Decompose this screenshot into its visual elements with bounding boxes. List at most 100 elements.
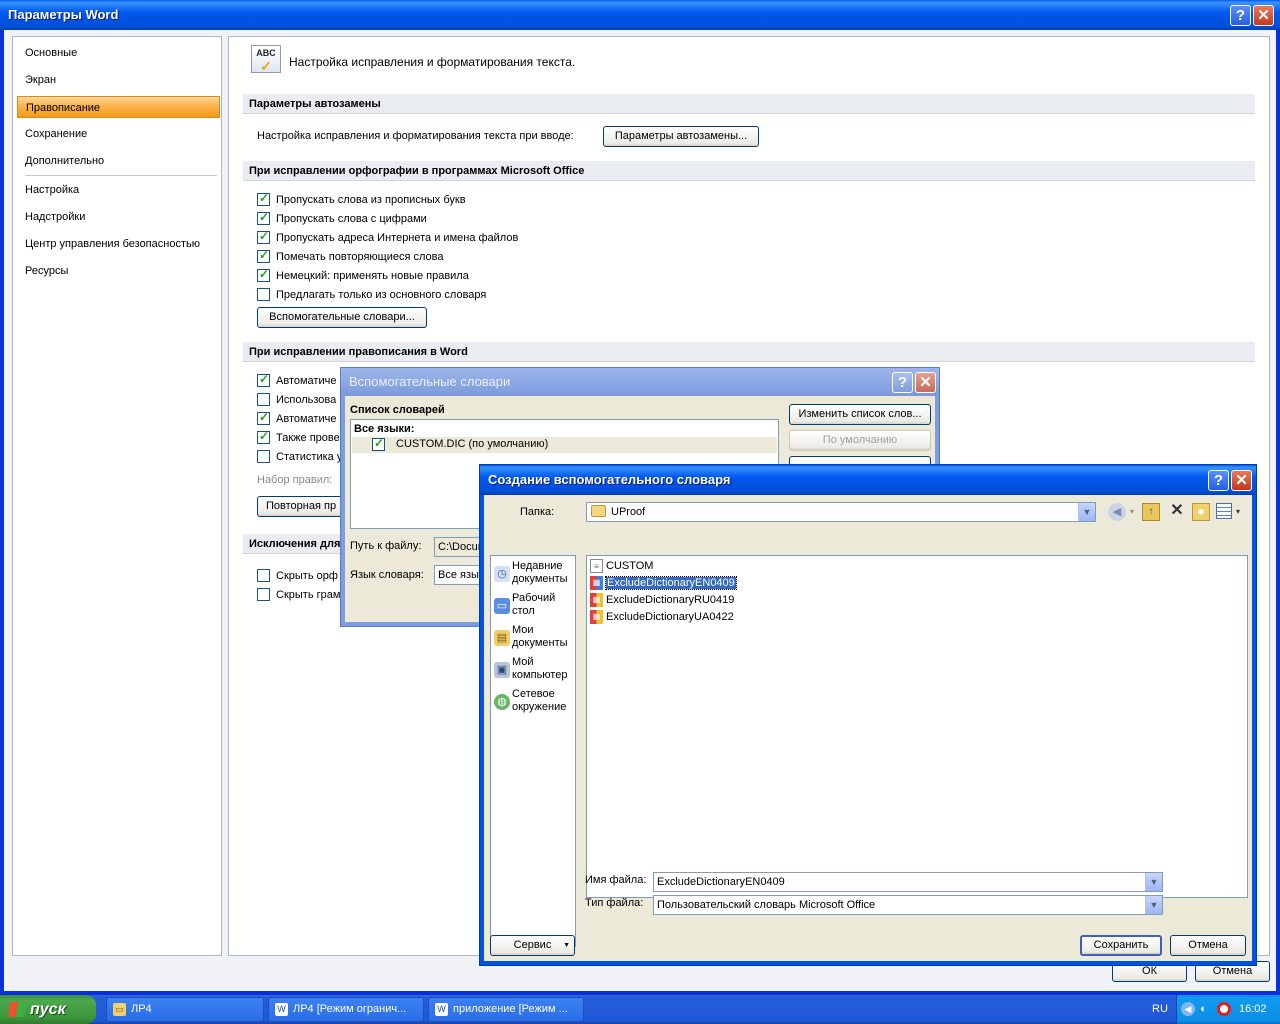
task-lr4-folder[interactable]: ▭ ЛР4 [106, 997, 264, 1022]
views-icon[interactable] [1216, 503, 1232, 519]
place-desktop[interactable]: ▭ Рабочий стол [491, 592, 575, 624]
tools-button[interactable]: Сервис ▼ [490, 935, 575, 956]
folder-value: UProof [611, 506, 646, 518]
my-computer-icon: ▣ [494, 662, 510, 678]
filename-label: Имя файла: [585, 874, 647, 886]
nav-item-advanced[interactable]: Дополнительно [17, 150, 220, 172]
folder-select[interactable]: UProof ▼ [586, 502, 1096, 522]
nav-item-basic[interactable]: Основные [17, 42, 220, 64]
nav-item-save[interactable]: Сохранение [17, 123, 220, 145]
tools-label: Сервис [513, 939, 552, 951]
nav-item-display[interactable]: Экран [17, 69, 220, 91]
checkbox-ignore-numbers[interactable] [257, 210, 270, 225]
edit-word-list-button[interactable]: Изменить список слов... [789, 404, 931, 425]
checkbox-word-opt-4[interactable] [257, 429, 270, 444]
chevron-down-icon[interactable]: ▼ [1078, 503, 1095, 521]
create-dict-help-icon[interactable]: ? [1208, 470, 1229, 491]
nav-item-trust-center[interactable]: Центр управления безопасностью [17, 233, 220, 255]
checkbox-exception-2[interactable] [257, 588, 270, 601]
checkbox-main-dict-only[interactable] [257, 288, 270, 301]
up-folder-icon[interactable]: ↑ [1142, 503, 1160, 521]
chevron-down-icon[interactable]: ▼ [1145, 873, 1162, 891]
default-button[interactable]: По умолчанию [789, 430, 931, 451]
checkbox-word-opt-3[interactable] [257, 410, 270, 425]
file-name: ExcludeDictionaryRU0419 [606, 594, 735, 606]
filetype-select[interactable]: Пользовательский словарь Microsoft Offic… [653, 895, 1163, 915]
nav-item-addins[interactable]: Надстройки [17, 206, 220, 228]
place-my-computer[interactable]: ▣ Мой компьютер [491, 656, 575, 688]
rules-label: Набор правил: [257, 474, 333, 486]
filetype-value: Пользовательский словарь Microsoft Offic… [657, 899, 876, 911]
delete-icon[interactable]: ✕ [1168, 501, 1186, 521]
place-my-documents[interactable]: ▤ Мои документы [491, 624, 575, 656]
back-icon[interactable]: ◀ [1108, 503, 1126, 521]
start-button[interactable]: пуск [0, 995, 96, 1024]
language-indicator[interactable]: RU [1152, 1003, 1168, 1015]
checkbox-german-rules[interactable] [257, 267, 270, 282]
close-icon[interactable]: ✕ [1253, 5, 1274, 26]
task-appendix-doc[interactable]: W приложение [Режим ... [428, 997, 584, 1022]
main-title-bar[interactable]: Параметры Word [0, 0, 1280, 30]
nav-item-proofing[interactable]: Правописание [17, 96, 220, 118]
antivirus-icon[interactable] [1217, 1002, 1231, 1016]
checkbox-word-opt-1[interactable] [257, 372, 270, 387]
dict-group-label: Все языки: [354, 423, 415, 435]
section-word-spelling: При исправлении правописания в Word [243, 342, 1255, 362]
task-label: ЛР4 [131, 1003, 152, 1015]
word-option-5: Статистика у [276, 451, 343, 463]
new-folder-icon[interactable]: ✱ [1192, 503, 1210, 521]
create-dict-cancel-button[interactable]: Отмена [1170, 935, 1246, 956]
volume-icon[interactable]: ◖ [1199, 1002, 1213, 1016]
save-button[interactable]: Сохранить [1080, 935, 1162, 956]
views-dropdown-icon[interactable]: ▾ [1236, 503, 1244, 521]
word-doc-icon: W [435, 1003, 448, 1016]
option-flag-repeated: Помечать повторяющиеся слова [276, 251, 444, 263]
create-dict-close-icon[interactable]: ✕ [1231, 470, 1252, 491]
recheck-button[interactable]: Повторная пр [257, 496, 353, 517]
file-list[interactable]: ≡ CUSTOM ▦ ExcludeDictionaryEN0409 ▦ Exc… [586, 555, 1248, 898]
main-title: Параметры Word [8, 7, 119, 22]
word-doc-icon: W [275, 1003, 288, 1016]
create-dict-body: Папка: UProof ▼ ◀ ▾ ↑ ✕ ✱ ▾ ◷ Недавние д… [484, 495, 1252, 961]
chevron-down-icon[interactable]: ▼ [1145, 896, 1162, 914]
file-item-selected[interactable]: ▦ ExcludeDictionaryEN0409 [589, 575, 737, 591]
file-item[interactable]: ≡ CUSTOM [589, 558, 653, 574]
autocorrect-label: Настройка исправления и форматирования т… [257, 130, 574, 142]
custom-dicts-title-bar[interactable]: Вспомогательные словари [341, 368, 939, 396]
autocorrect-options-button[interactable]: Параметры автозамены... [603, 126, 759, 147]
custom-dictionaries-button[interactable]: Вспомогательные словари... [257, 307, 427, 328]
checkbox-word-opt-2[interactable] [257, 393, 270, 406]
dict-item-checkbox[interactable] [372, 436, 385, 451]
exception-option-2: Скрыть грам [276, 589, 341, 601]
nav-item-customize[interactable]: Настройка [17, 179, 220, 201]
place-network-label: Сетевое окружение [512, 688, 567, 713]
checkbox-ignore-urls[interactable] [257, 229, 270, 244]
dict-item-row[interactable]: CUSTOM.DIC (по умолчанию) [352, 436, 777, 453]
custom-dicts-help-icon[interactable]: ? [892, 372, 913, 393]
start-label: пуск [30, 1001, 66, 1018]
back-dropdown-icon[interactable]: ▾ [1130, 503, 1138, 521]
place-desktop-label: Рабочий стол [512, 592, 556, 617]
section-office-spelling: При исправлении орфографии в программах … [243, 161, 1255, 181]
place-recent-label: Недавние документы [512, 560, 568, 585]
checkbox-flag-repeated[interactable] [257, 248, 270, 263]
dictionary-file-icon: ▦ [590, 576, 603, 590]
create-dict-title-bar[interactable]: Создание вспомогательного словаря [480, 465, 1256, 495]
checkbox-exception-1[interactable] [257, 569, 270, 582]
file-item[interactable]: ▦ ExcludeDictionaryUA0422 [589, 609, 734, 625]
checkbox-word-opt-5[interactable] [257, 450, 270, 463]
task-lr4-doc[interactable]: W ЛР4 [Режим огранич... [268, 997, 424, 1022]
nav-item-resources[interactable]: Ресурсы [17, 260, 220, 282]
file-item[interactable]: ▦ ExcludeDictionaryRU0419 [589, 592, 734, 608]
place-my-documents-label: Мои документы [512, 624, 568, 649]
desktop-icon: ▭ [494, 598, 510, 614]
filename-input[interactable]: ExcludeDictionaryEN0409 ▼ [653, 872, 1163, 892]
place-network[interactable]: ◍ Сетевое окружение [491, 688, 575, 720]
custom-dicts-close-icon[interactable]: ✕ [915, 372, 936, 393]
dictionary-file-icon: ▦ [590, 610, 603, 624]
place-recent[interactable]: ◷ Недавние документы [491, 560, 575, 592]
checkbox-ignore-uppercase[interactable] [257, 191, 270, 206]
tray-expand-icon[interactable]: ◀ [1181, 1002, 1195, 1016]
exception-option-1: Скрыть орф [276, 570, 338, 582]
help-icon[interactable]: ? [1230, 5, 1251, 26]
